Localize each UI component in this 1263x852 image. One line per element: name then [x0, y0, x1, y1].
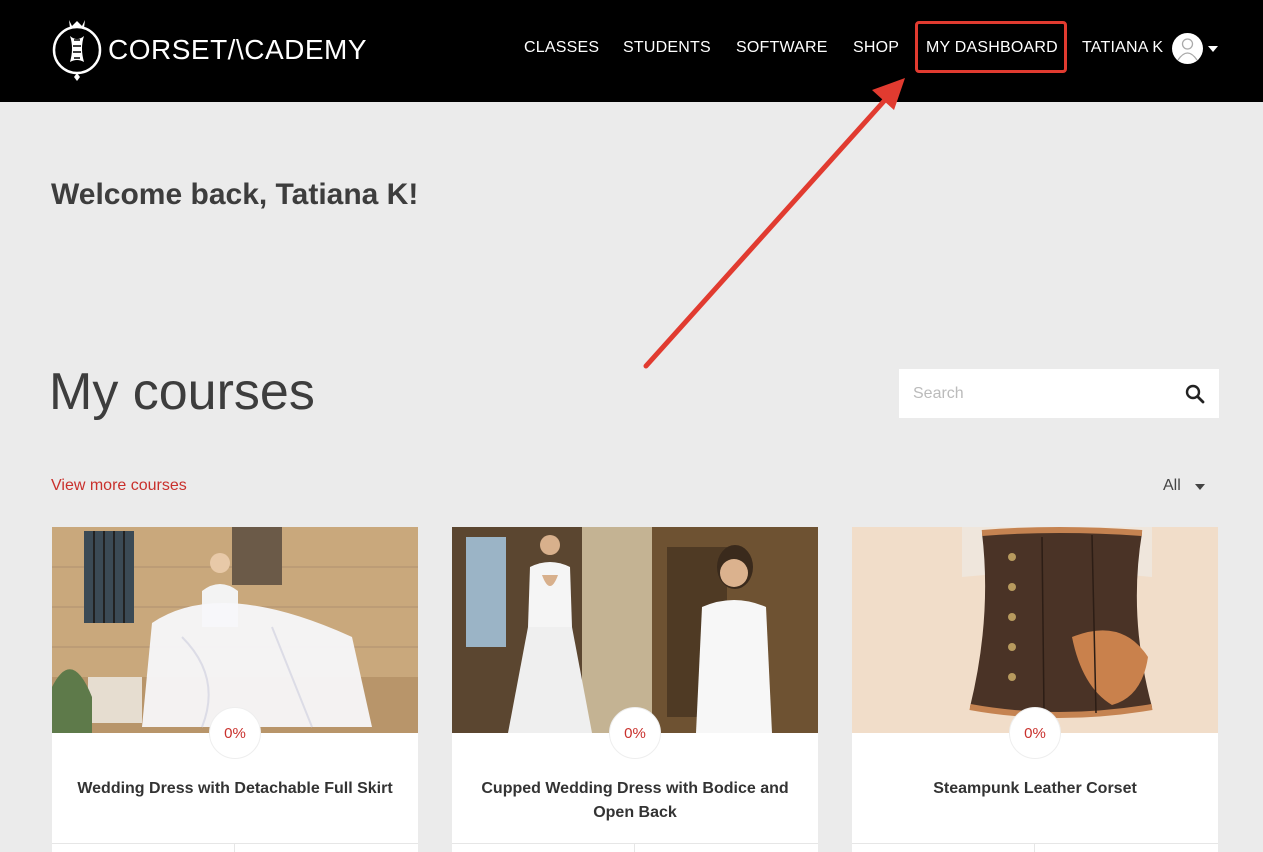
view-more-courses-link[interactable]: View more courses: [51, 477, 187, 495]
nav-software[interactable]: SOFTWARE: [736, 39, 828, 57]
card-footer-divider: [234, 843, 235, 852]
card-footer: [452, 843, 818, 852]
course-card[interactable]: 0% Wedding Dress with Detachable Full Sk…: [52, 527, 418, 852]
course-progress-badge: 0%: [609, 707, 661, 759]
page-title: My courses: [49, 363, 315, 421]
nav-shop[interactable]: SHOP: [853, 39, 899, 57]
course-title[interactable]: Steampunk Leather Corset: [866, 777, 1204, 801]
course-title[interactable]: Cupped Wedding Dress with Bodice and Ope…: [466, 777, 804, 825]
course-thumbnail[interactable]: [52, 527, 418, 733]
user-menu-name[interactable]: TATIANA K: [1082, 39, 1163, 57]
nav-classes[interactable]: CLASSES: [524, 39, 599, 57]
course-progress-badge: 0%: [209, 707, 261, 759]
course-thumbnail[interactable]: [852, 527, 1218, 733]
card-footer: [52, 843, 418, 852]
user-avatar-icon: [1177, 38, 1198, 61]
search-input[interactable]: [899, 369, 1169, 418]
top-navbar: CORSET/\CADEMY CLASSES STUDENTS SOFTWARE…: [0, 0, 1263, 102]
card-footer-divider: [634, 843, 635, 852]
search-icon[interactable]: [1185, 384, 1205, 404]
brand-name: CORSET/\CADEMY: [108, 34, 368, 65]
avatar[interactable]: [1172, 33, 1203, 64]
course-progress-badge: 0%: [1009, 707, 1061, 759]
course-card[interactable]: 0% Cupped Wedding Dress with Bodice and …: [452, 527, 818, 852]
corset-emblem-icon: [52, 20, 102, 81]
chevron-down-icon[interactable]: [1195, 484, 1205, 490]
course-filter-select[interactable]: All: [1163, 477, 1181, 495]
card-footer-divider: [1034, 843, 1035, 852]
card-footer: [852, 843, 1218, 852]
nav-students[interactable]: STUDENTS: [623, 39, 711, 57]
dashboard-highlight-box: [915, 21, 1067, 73]
brand-logo[interactable]: CORSET/\CADEMY: [52, 14, 367, 82]
course-title[interactable]: Wedding Dress with Detachable Full Skirt: [66, 777, 404, 801]
course-card[interactable]: 0% Steampunk Leather Corset: [852, 527, 1218, 852]
course-thumbnail[interactable]: [452, 527, 818, 733]
chevron-down-icon[interactable]: [1208, 46, 1218, 52]
search-box: [899, 369, 1219, 418]
welcome-heading: Welcome back, Tatiana K!: [51, 178, 419, 211]
